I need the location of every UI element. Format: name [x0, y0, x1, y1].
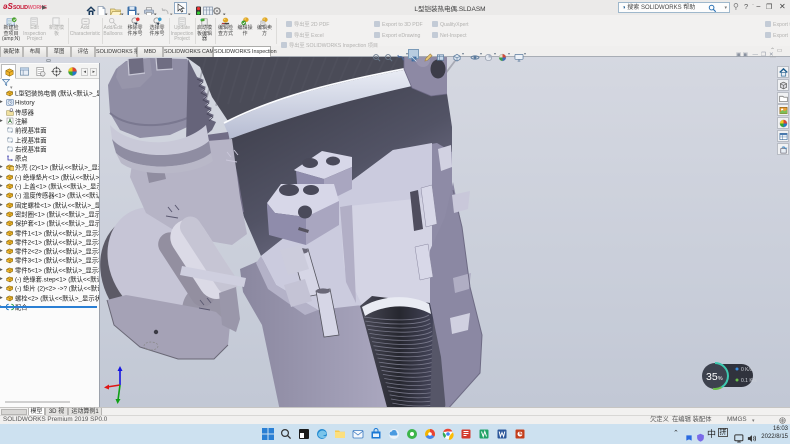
svg-text:0.1 K/s: 0.1 K/s	[741, 378, 757, 384]
svg-text:0 K/s: 0 K/s	[741, 367, 753, 373]
